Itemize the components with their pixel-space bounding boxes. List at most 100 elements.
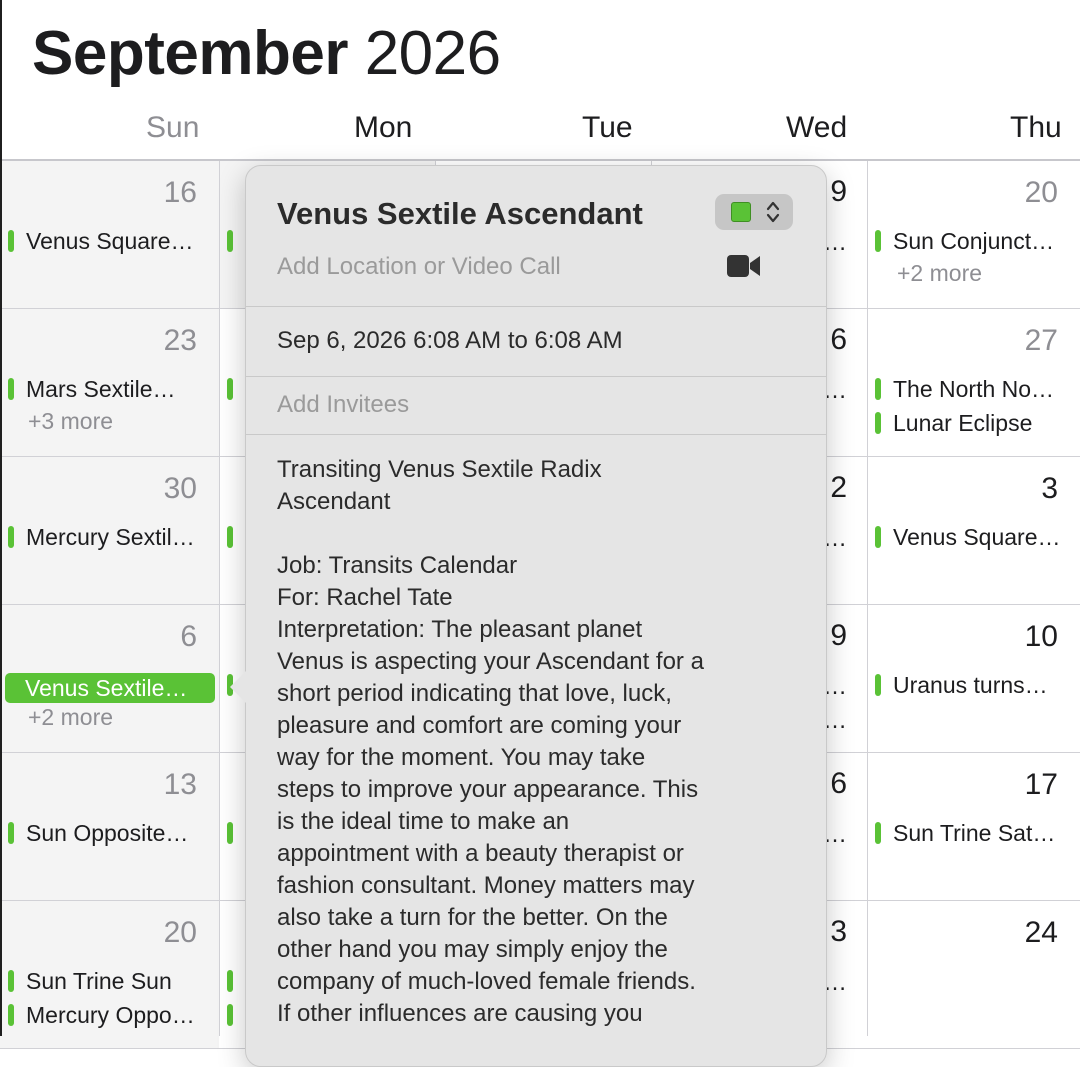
event-item[interactable]: Sun Trine Sat… [875, 819, 1074, 847]
notes-line: other hand you may simply enjoy the [277, 936, 668, 963]
more-events-link[interactable]: +2 more [897, 259, 982, 287]
event-color-bar [8, 822, 14, 844]
year-label: 2026 [364, 19, 501, 88]
day-number: 3 [1041, 472, 1058, 505]
day-cell[interactable]: 20 Sun Conjunct… +2 more [867, 161, 1080, 308]
event-title: Venus Square… [26, 228, 194, 254]
notes-line: If other influences are causing you [277, 1000, 643, 1027]
popover-divider [246, 306, 826, 307]
calendar-color-picker[interactable] [715, 194, 793, 230]
weekday-thu: Thu [1010, 111, 1062, 144]
event-item[interactable]: Mercury Oppo… [8, 1001, 213, 1029]
event-color-bar [8, 526, 14, 548]
weekday-wed: Wed [786, 111, 848, 144]
event-color-bar [8, 378, 14, 400]
popover-pointer [230, 671, 246, 703]
event-item[interactable]: Lunar Eclipse [875, 409, 1074, 437]
event-title: Venus Square… [893, 524, 1061, 550]
day-cell[interactable]: 20 Sun Trine Sun Mercury Oppo… [0, 901, 219, 1048]
day-number: 10 [1024, 620, 1058, 653]
notes-line: Venus is aspecting your Ascendant for a [277, 648, 704, 675]
event-title[interactable]: Venus Sextile Ascendant [277, 194, 643, 234]
event-color-bar [875, 526, 881, 548]
event-color-bar [227, 1004, 233, 1026]
event-color-bar [875, 412, 881, 434]
event-title: Uranus turns… [893, 672, 1048, 698]
notes-line: is the ideal time to make an [277, 808, 570, 835]
notes-line [277, 518, 787, 550]
event-color-bar [227, 970, 233, 992]
calendar-color-swatch [731, 202, 751, 222]
event-item[interactable]: Uranus turns… [875, 671, 1074, 699]
grid-column-divider [219, 161, 220, 1036]
day-number: 13 [163, 768, 197, 801]
day-number: 20 [163, 916, 197, 949]
event-item[interactable]: Venus Square… [875, 523, 1074, 551]
window-left-edge [0, 0, 2, 1036]
day-cell[interactable]: 10 Uranus turns… [867, 605, 1080, 752]
day-cell[interactable]: 23 Mars Sextile… +3 more [0, 309, 219, 456]
day-number: 23 [163, 324, 197, 357]
popover-divider [246, 376, 826, 377]
event-title: Sun Conjunct… [893, 228, 1055, 254]
event-color-bar [8, 230, 14, 252]
event-item[interactable]: Venus Square… [8, 227, 213, 255]
day-cell[interactable]: 17 Sun Trine Sat… [867, 753, 1080, 900]
month-title: September 2026 [32, 18, 501, 90]
event-title: Mercury Oppo… [26, 1002, 195, 1028]
event-title: Sun Trine Sat… [893, 820, 1056, 846]
weekday-header: Sun Mon Tue Wed Thu [0, 105, 1080, 150]
event-title: The North No… [893, 376, 1055, 402]
weekday-sun: Sun [146, 111, 200, 144]
event-title: Sun Trine Sun [26, 968, 172, 994]
event-item[interactable]: Mars Sextile… [8, 375, 213, 403]
event-item[interactable]: Sun Opposite… [8, 819, 213, 847]
event-item-selected[interactable]: Venus Sextile… [5, 673, 215, 703]
day-number: 6 [830, 323, 847, 356]
grid-column-divider [867, 161, 868, 1036]
day-cell[interactable]: 13 Sun Opposite… [0, 753, 219, 900]
day-number: 3 [830, 915, 847, 948]
event-color-bar [227, 230, 233, 252]
day-cell[interactable]: 6 Venus Sextile… +2 more [0, 605, 219, 752]
event-title: Lunar Eclipse [893, 410, 1033, 436]
weekday-tue: Tue [582, 111, 633, 144]
event-item[interactable]: Mercury Sextil… [8, 523, 213, 551]
more-events-link[interactable]: +3 more [28, 407, 113, 435]
event-title: Sun Opposite… [26, 820, 189, 846]
day-number: 20 [1024, 176, 1058, 209]
day-cell[interactable]: 3 Venus Square… [867, 457, 1080, 604]
event-notes[interactable]: Transiting Venus Sextile Radix Ascendant J… [277, 454, 787, 1030]
day-number: 6 [830, 767, 847, 800]
day-number: 27 [1024, 324, 1058, 357]
popover-divider [246, 434, 826, 435]
day-cell[interactable]: 24 [867, 901, 1080, 1048]
day-cell[interactable]: 16 Venus Square… [0, 161, 219, 308]
notes-line: short period indicating that love, luck, [277, 680, 672, 707]
day-number: 2 [830, 471, 847, 504]
day-cell[interactable]: 30 Mercury Sextil… [0, 457, 219, 604]
notes-line: appointment with a beauty therapist or [277, 840, 684, 867]
weekday-mon: Mon [354, 111, 413, 144]
event-datetime[interactable]: Sep 6, 2026 6:08 AM to 6:08 AM [277, 326, 623, 356]
notes-line: way for the moment. You may take [277, 744, 646, 771]
event-item[interactable]: Sun Conjunct… [875, 227, 1074, 255]
day-cell[interactable]: 27 The North No… Lunar Eclipse [867, 309, 1080, 456]
event-item[interactable]: Sun Trine Sun [8, 967, 213, 995]
event-item[interactable]: The North No… [875, 375, 1074, 403]
day-number: 6 [180, 620, 197, 653]
more-events-link[interactable]: +2 more [28, 703, 113, 731]
notes-line: steps to improve your appearance. This [277, 776, 699, 803]
notes-line: company of much-loved female friends. [277, 968, 696, 995]
video-camera-icon[interactable] [727, 254, 761, 278]
notes-line: also take a turn for the better. On the [277, 904, 668, 931]
day-number: 24 [1024, 916, 1058, 949]
location-field[interactable]: Add Location or Video Call [277, 252, 561, 282]
event-color-bar [8, 1004, 14, 1026]
month-name: September [32, 19, 348, 88]
event-title: Mercury Sextil… [26, 524, 195, 550]
invitees-field[interactable]: Add Invitees [277, 390, 409, 420]
event-color-bar [227, 822, 233, 844]
notes-line: Ascendant [277, 488, 391, 515]
day-number: 9 [830, 619, 847, 652]
